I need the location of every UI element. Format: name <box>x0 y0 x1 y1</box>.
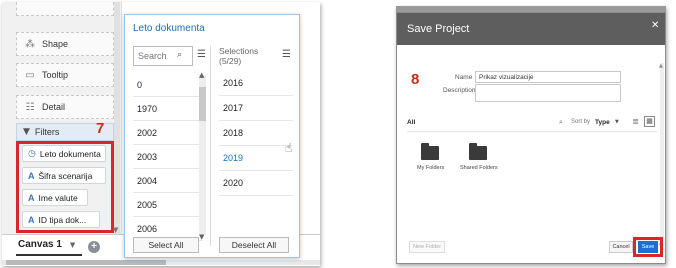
right-screenshot: Save Project ✕ 8 Name Description Prikaz… <box>396 6 666 264</box>
detail-label: Detail <box>42 102 66 112</box>
active-tab-underline <box>16 254 82 256</box>
funnel-icon: ▼ <box>23 127 30 137</box>
hand-cursor-icon: ☝ <box>285 141 293 155</box>
breadcrumb[interactable]: All <box>407 119 415 126</box>
list-view-icon[interactable]: ≣ <box>631 117 640 126</box>
select-all-button[interactable]: Select All <box>133 237 199 253</box>
shape-label: Shape <box>42 39 69 49</box>
new-folder-button[interactable]: New Folder <box>409 241 445 253</box>
chevron-down-icon[interactable]: ▼ <box>70 241 75 249</box>
grammar-scrollbar[interactable] <box>114 2 120 234</box>
available-values-list: 0 1970 2002 2003 2004 2005 2006 <box>133 73 203 241</box>
search-icon[interactable]: ⌕ <box>559 118 563 127</box>
dialog-scrollbar[interactable] <box>660 63 664 249</box>
search-input[interactable] <box>133 46 193 66</box>
tooltip-icon: ▭ <box>25 69 35 81</box>
selected-item[interactable]: 2018 <box>219 121 293 146</box>
tooltip-label: Tooltip <box>42 70 69 80</box>
step-marker-8: 8 <box>411 71 420 88</box>
list-item[interactable]: 0 <box>133 73 203 97</box>
selections-header: Selections (5/29) <box>219 46 258 66</box>
save-project-dialog: Save Project ✕ 8 Name Description Prikaz… <box>396 12 666 264</box>
filters-label: Filters <box>34 127 60 137</box>
list-item[interactable]: 2002 <box>133 121 203 145</box>
list-item[interactable]: 2003 <box>133 145 203 169</box>
step-marker-7: 7 <box>96 120 105 137</box>
grammar-panel: ⁂ Shape ▭ Tooltip ☷ Detail ▼ Filters 7 ◷… <box>2 2 122 234</box>
left-screenshot: ⁂ Shape ▭ Tooltip ☷ Detail ▼ Filters 7 ◷… <box>2 2 320 266</box>
chevron-down-icon[interactable]: ▼ <box>113 226 118 234</box>
divider <box>407 131 657 132</box>
description-field[interactable] <box>475 84 621 102</box>
folder-label[interactable]: My Folders <box>417 165 444 171</box>
grammar-slot-top[interactable] <box>16 2 114 16</box>
chevron-down-icon[interactable]: ▼ <box>199 233 204 241</box>
folder-label[interactable]: Shared Folders <box>460 165 498 171</box>
selections-count: (5/29) <box>219 56 242 66</box>
description-label: Description <box>443 87 476 94</box>
list-item[interactable]: 1970 <box>133 97 203 121</box>
selections-menu-icon[interactable]: ☰ <box>282 49 291 60</box>
list-item[interactable]: 2005 <box>133 193 203 217</box>
shape-drop-target[interactable]: ⁂ Shape <box>16 32 114 56</box>
selected-item-hovered[interactable]: 2019 <box>219 146 293 171</box>
shared-folders-folder-icon[interactable] <box>469 143 487 160</box>
my-folders-folder-icon[interactable] <box>421 143 439 160</box>
highlight-box-save <box>633 237 663 257</box>
deselect-all-button[interactable]: Deselect All <box>219 237 289 253</box>
grid-view-icon[interactable]: ▦ <box>644 116 655 127</box>
sort-by-select[interactable]: Type <box>595 119 610 126</box>
chevron-down-icon[interactable]: ▼ <box>615 119 619 125</box>
close-icon[interactable]: ✕ <box>651 20 659 31</box>
selected-item[interactable]: 2016 <box>219 71 293 96</box>
detail-drop-target[interactable]: ☷ Detail <box>16 95 114 119</box>
detail-icon: ☷ <box>25 101 35 113</box>
cancel-button[interactable]: Cancel <box>609 241 633 253</box>
canvas-scrollbar-thumb[interactable] <box>6 260 166 265</box>
values-scrollbar-thumb[interactable] <box>199 87 206 121</box>
highlight-box-filters <box>16 141 114 233</box>
selected-values-list: 2016 2017 2018 2019 2020 <box>219 71 293 196</box>
dialog-title: Save Project <box>407 23 470 35</box>
selected-item[interactable]: 2017 <box>219 96 293 121</box>
list-menu-icon[interactable]: ☰ <box>197 49 206 60</box>
dialog-header: Save Project ✕ <box>397 13 665 45</box>
column-divider <box>210 46 211 246</box>
chevron-up-icon[interactable]: ▲ <box>659 63 663 69</box>
shape-icon: ⁂ <box>25 38 35 50</box>
tab-canvas-1[interactable]: Canvas 1 ▼ <box>18 239 75 250</box>
sort-by-label: Sort by <box>571 119 591 125</box>
add-canvas-icon[interactable]: + <box>88 241 100 253</box>
page: ⁂ Shape ▭ Tooltip ☷ Detail ▼ Filters 7 ◷… <box>0 0 676 268</box>
name-label: Name <box>455 74 473 81</box>
canvas-tab-label: Canvas 1 <box>18 239 62 250</box>
list-item[interactable]: 2004 <box>133 169 203 193</box>
name-field[interactable]: Prikaz vizualizacije <box>475 71 621 83</box>
popup-title: Leto dokumenta <box>133 23 205 34</box>
selections-label: Selections <box>219 46 259 56</box>
tooltip-drop-target[interactable]: ▭ Tooltip <box>16 63 114 87</box>
filter-values-popup: Leto dokumenta ⌕ ☰ Selections (5/29) ☰ 0… <box>124 14 300 258</box>
chevron-up-icon[interactable]: ▲ <box>199 71 204 79</box>
search-icon[interactable]: ⌕ <box>177 50 182 60</box>
selected-item[interactable]: 2020 <box>219 171 293 196</box>
